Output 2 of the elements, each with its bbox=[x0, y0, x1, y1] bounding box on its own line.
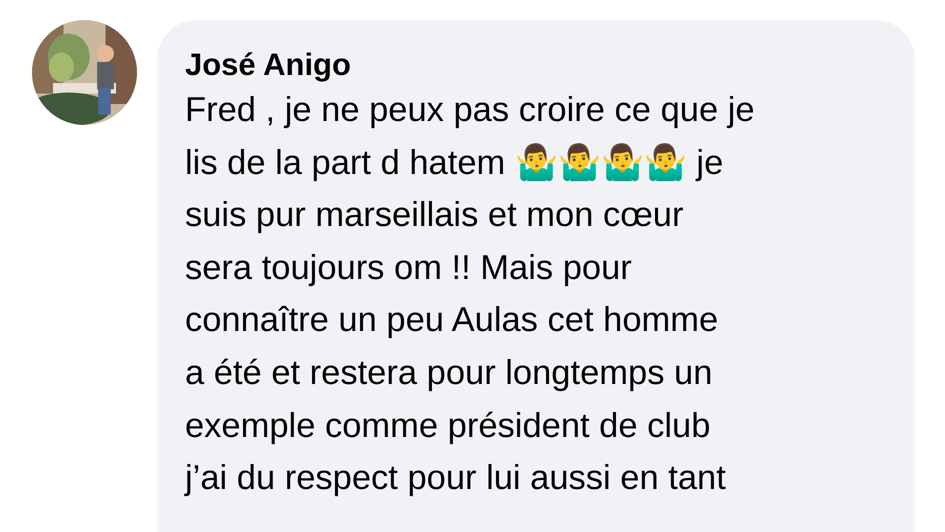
author-name[interactable]: José Anigo bbox=[185, 46, 351, 84]
comment-text: Fred , je ne peux pas croire ce que je lis de la part d hatem 🤷‍♂🤷‍♂🤷‍♂🤷‍♂ je suis pur marseillais et mon cœur sera toujours om !! Mais pour connaître un peu Aulas cet homme a été et restera pour longtemps un exemple comme président de club j’ai du respect pour lui aussi en tant bbox=[185, 90, 755, 500]
